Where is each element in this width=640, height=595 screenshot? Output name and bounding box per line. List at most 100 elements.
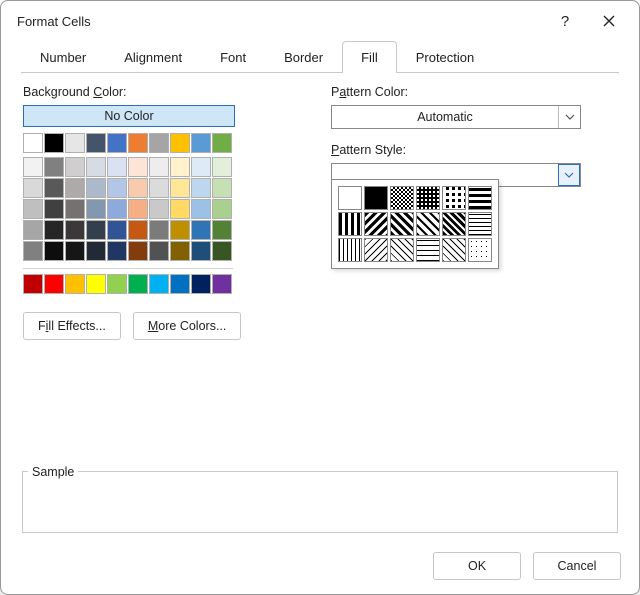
pattern-swatch-gray75[interactable] bbox=[416, 186, 440, 210]
pattern-swatch-vert-stripe[interactable] bbox=[338, 212, 362, 236]
color-swatch[interactable] bbox=[65, 199, 85, 219]
no-color-button[interactable]: No Color bbox=[23, 105, 235, 127]
color-swatch[interactable] bbox=[170, 220, 190, 240]
pattern-swatch-diag-cross[interactable] bbox=[416, 212, 440, 236]
color-swatch[interactable] bbox=[191, 157, 211, 177]
help-button[interactable]: ? bbox=[543, 5, 587, 37]
color-swatch[interactable] bbox=[149, 220, 169, 240]
color-swatch[interactable] bbox=[65, 274, 85, 294]
color-swatch[interactable] bbox=[212, 274, 232, 294]
color-swatch[interactable] bbox=[191, 220, 211, 240]
pattern-swatch-thin-diag-cross[interactable] bbox=[442, 238, 466, 262]
close-button[interactable] bbox=[587, 5, 631, 37]
color-swatch[interactable] bbox=[86, 199, 106, 219]
color-swatch[interactable] bbox=[44, 220, 64, 240]
color-swatch[interactable] bbox=[44, 178, 64, 198]
pattern-swatch-horz-stripe[interactable] bbox=[468, 186, 492, 210]
color-swatch[interactable] bbox=[107, 133, 127, 153]
color-swatch[interactable] bbox=[170, 274, 190, 294]
color-swatch[interactable] bbox=[23, 241, 43, 261]
pattern-color-dropdown[interactable]: Automatic bbox=[331, 105, 581, 129]
color-swatch[interactable] bbox=[128, 241, 148, 261]
pattern-swatch-none[interactable] bbox=[338, 186, 362, 210]
color-swatch[interactable] bbox=[191, 178, 211, 198]
color-swatch[interactable] bbox=[170, 157, 190, 177]
color-swatch[interactable] bbox=[44, 274, 64, 294]
color-swatch[interactable] bbox=[191, 133, 211, 153]
color-swatch[interactable] bbox=[170, 241, 190, 261]
pattern-swatch-thin-horz[interactable] bbox=[468, 212, 492, 236]
color-swatch[interactable] bbox=[44, 241, 64, 261]
color-swatch[interactable] bbox=[128, 199, 148, 219]
color-swatch[interactable] bbox=[107, 157, 127, 177]
color-swatch[interactable] bbox=[191, 199, 211, 219]
color-swatch[interactable] bbox=[212, 241, 232, 261]
color-swatch[interactable] bbox=[212, 220, 232, 240]
color-swatch[interactable] bbox=[86, 274, 106, 294]
color-swatch[interactable] bbox=[212, 157, 232, 177]
pattern-swatch-thin-vert[interactable] bbox=[338, 238, 362, 262]
color-swatch[interactable] bbox=[23, 220, 43, 240]
color-swatch[interactable] bbox=[149, 199, 169, 219]
color-swatch[interactable] bbox=[170, 133, 190, 153]
color-swatch[interactable] bbox=[44, 133, 64, 153]
color-swatch[interactable] bbox=[149, 274, 169, 294]
color-swatch[interactable] bbox=[86, 178, 106, 198]
color-swatch[interactable] bbox=[65, 178, 85, 198]
color-swatch[interactable] bbox=[170, 199, 190, 219]
tab-alignment[interactable]: Alignment bbox=[105, 41, 201, 73]
color-swatch[interactable] bbox=[107, 274, 127, 294]
color-swatch[interactable] bbox=[128, 178, 148, 198]
tab-number[interactable]: Number bbox=[21, 41, 105, 73]
color-swatch[interactable] bbox=[107, 241, 127, 261]
cancel-button[interactable]: Cancel bbox=[533, 552, 621, 580]
color-swatch[interactable] bbox=[212, 178, 232, 198]
color-swatch[interactable] bbox=[128, 133, 148, 153]
color-swatch[interactable] bbox=[128, 157, 148, 177]
color-swatch[interactable] bbox=[212, 199, 232, 219]
color-swatch[interactable] bbox=[23, 178, 43, 198]
pattern-swatch-diag[interactable] bbox=[390, 212, 414, 236]
color-swatch[interactable] bbox=[128, 274, 148, 294]
pattern-swatch-gray12[interactable] bbox=[468, 238, 492, 262]
color-swatch[interactable] bbox=[149, 157, 169, 177]
pattern-swatch-thick-diag-cross[interactable] bbox=[442, 212, 466, 236]
color-swatch[interactable] bbox=[212, 133, 232, 153]
pattern-swatch-thin-horz-cross[interactable] bbox=[416, 238, 440, 262]
color-swatch[interactable] bbox=[65, 157, 85, 177]
tab-fill[interactable]: Fill bbox=[342, 41, 397, 73]
color-swatch[interactable] bbox=[107, 178, 127, 198]
pattern-swatch-rev-diag[interactable] bbox=[364, 212, 388, 236]
color-swatch[interactable] bbox=[191, 241, 211, 261]
tab-protection[interactable]: Protection bbox=[397, 41, 494, 73]
color-swatch[interactable] bbox=[44, 199, 64, 219]
color-swatch[interactable] bbox=[23, 199, 43, 219]
more-colors-button[interactable]: More Colors... bbox=[133, 312, 242, 340]
color-swatch[interactable] bbox=[65, 220, 85, 240]
pattern-swatch-thin-diag[interactable] bbox=[390, 238, 414, 262]
color-swatch[interactable] bbox=[86, 241, 106, 261]
color-swatch[interactable] bbox=[44, 157, 64, 177]
color-swatch[interactable] bbox=[170, 178, 190, 198]
color-swatch[interactable] bbox=[191, 274, 211, 294]
color-swatch[interactable] bbox=[149, 133, 169, 153]
color-swatch[interactable] bbox=[149, 241, 169, 261]
tab-font[interactable]: Font bbox=[201, 41, 265, 73]
color-swatch[interactable] bbox=[128, 220, 148, 240]
fill-effects-button[interactable]: Fill Effects... bbox=[23, 312, 121, 340]
color-swatch[interactable] bbox=[107, 220, 127, 240]
color-swatch[interactable] bbox=[86, 157, 106, 177]
color-swatch[interactable] bbox=[65, 241, 85, 261]
color-swatch[interactable] bbox=[149, 178, 169, 198]
pattern-swatch-solid[interactable] bbox=[364, 186, 388, 210]
pattern-swatch-gray25[interactable] bbox=[442, 186, 466, 210]
color-swatch[interactable] bbox=[86, 133, 106, 153]
tab-border[interactable]: Border bbox=[265, 41, 342, 73]
pattern-swatch-thin-rev-diag[interactable] bbox=[364, 238, 388, 262]
ok-button[interactable]: OK bbox=[433, 552, 521, 580]
color-swatch[interactable] bbox=[23, 274, 43, 294]
color-swatch[interactable] bbox=[107, 199, 127, 219]
color-swatch[interactable] bbox=[65, 133, 85, 153]
pattern-swatch-gray50[interactable] bbox=[390, 186, 414, 210]
color-swatch[interactable] bbox=[86, 220, 106, 240]
